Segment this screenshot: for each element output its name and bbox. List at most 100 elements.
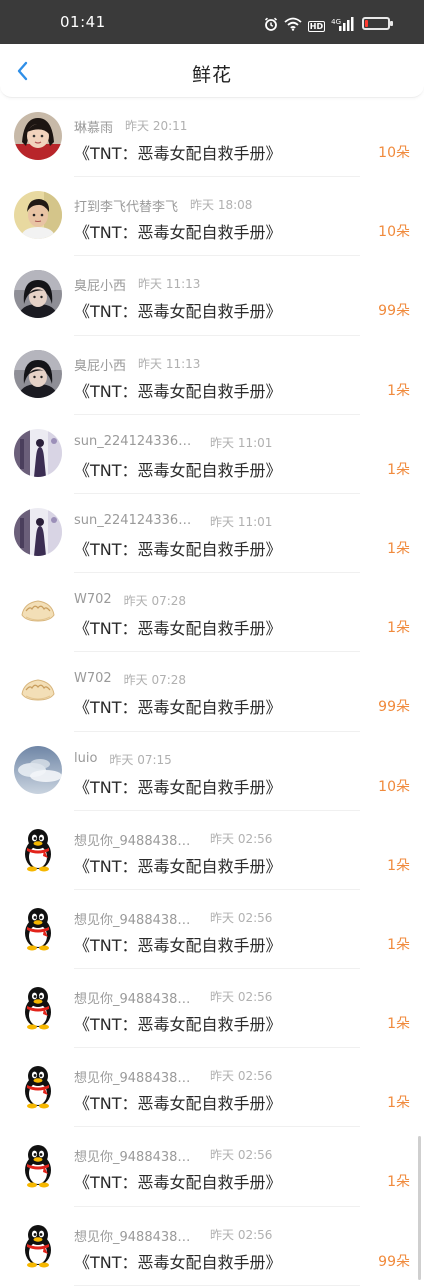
user-name[interactable]: 想见你_94884382... [74,1067,198,1086]
list-item[interactable]: sun_22412433610... 昨天 11:01 《TNT：恶毒女配自救手册… [0,494,424,574]
flower-count: 10朵 [378,778,410,795]
flower-record-list: 琳慕雨 昨天 20:11 《TNT：恶毒女配自救手册》 10朵 打到李飞代替李飞昨… [0,98,424,1286]
timestamp: 昨天 07:15 [109,752,172,767]
avatar[interactable] [14,428,62,477]
list-item[interactable]: 想见你_94884382... 昨天 02:56 《TNT：恶毒女配自救手册》 1… [0,1127,424,1207]
user-name[interactable]: 臭屁小西 [74,275,126,294]
timestamp: 昨天 02:56 [210,1069,273,1084]
user-name[interactable]: W702 [74,671,112,686]
timestamp: 昨天 11:01 [210,435,273,450]
book-title: 《TNT：恶毒女配自救手册》 [74,935,282,955]
avatar[interactable] [14,824,62,873]
avatar[interactable] [14,112,62,160]
timestamp: 昨天 20:11 [125,119,188,133]
item-meta: 琳慕雨 昨天 20:11 [74,117,187,136]
avatar[interactable] [14,745,62,794]
flower-count: 99朵 [378,303,410,320]
book-title: 《TNT：恶毒女配自救手册》 [74,619,282,639]
list-item[interactable]: 想见你_94884382... 昨天 02:56 《TNT：恶毒女配自救手册》 1… [0,890,424,970]
user-name[interactable]: 想见你_94884382... [74,1226,198,1245]
avatar[interactable] [14,903,62,952]
user-name[interactable]: W702 [74,592,112,607]
book-title: 《TNT：恶毒女配自救手册》 [74,856,282,876]
flower-count: 1朵 [387,540,410,557]
flower-count: 10朵 [378,224,410,241]
timestamp: 昨天 02:56 [210,831,273,846]
list-item[interactable]: 臭屁小西 昨天 11:13 《TNT：恶毒女配自救手册》 1朵 [0,336,424,415]
battery-icon [362,17,393,30]
list-item[interactable]: sun_22412433610... 昨天 11:01 《TNT：恶毒女配自救手册… [0,415,424,494]
avatar[interactable] [14,191,62,240]
book-title: 《TNT：恶毒女配自救手册》 [74,777,282,797]
flower-count: 1朵 [387,1016,410,1033]
item-meta: 想见你_94884382... 昨天 02:56 [74,909,272,928]
list-item[interactable]: W702 昨天 07:28 《TNT：恶毒女配自救手册》 1朵 [0,573,424,653]
timestamp: 昨天 18:08 [190,198,253,213]
book-title: 《TNT：恶毒女配自救手册》 [74,698,282,718]
avatar[interactable] [14,270,62,319]
book-title: 《TNT：恶毒女配自救手册》 [74,1094,282,1114]
list-item[interactable]: 想见你_94884382... 昨天 02:56 《TNT：恶毒女配自救手册》 9… [0,1207,424,1286]
avatar[interactable] [14,1141,62,1190]
timestamp: 昨天 07:28 [123,673,187,688]
list-item[interactable]: 想见你_94884382... 昨天 02:56 《TNT：恶毒女配自救手册》 1… [0,969,424,1049]
timestamp: 昨天 02:56 [210,990,273,1005]
item-meta: 想见你_94884382... 昨天 02:56 [74,1146,272,1165]
flower-count: 99朵 [378,1253,410,1270]
item-meta: 臭屁小西 昨天 11:13 [74,275,200,294]
flower-count: 1朵 [387,382,410,399]
user-name[interactable]: sun_22412433610... [74,513,198,528]
item-meta: W702 昨天 07:28 [74,592,186,609]
flower-count: 99朵 [378,699,410,716]
book-title: 《TNT：恶毒女配自救手册》 [74,302,282,322]
flower-count: 10朵 [378,145,410,161]
avatar[interactable] [14,587,62,636]
flower-count: 1朵 [387,1095,410,1112]
hd-icon: HD [307,21,326,32]
alarm-icon [264,17,277,31]
user-name[interactable]: sun_22412433610... [74,434,198,449]
timestamp: 昨天 02:56 [210,1227,273,1242]
timestamp: 昨天 02:56 [210,910,273,925]
list-item[interactable]: W702 昨天 07:28 《TNT：恶毒女配自救手册》 99朵 [0,652,424,732]
user-name[interactable]: 想见你_94884382... [74,830,198,849]
user-name[interactable]: 琳慕雨 [74,117,113,136]
nav-header: 鲜花 [0,44,424,98]
list-item[interactable]: 琳慕雨 昨天 20:11 《TNT：恶毒女配自救手册》 10朵 [0,98,424,178]
list-item[interactable]: 想见你_94884382... 昨天 02:56 《TNT：恶毒女配自救手册》 1… [0,811,424,890]
user-name[interactable]: 打到李飞代替李飞 [74,196,178,215]
flower-count: 1朵 [387,857,410,874]
list-item[interactable]: 臭屁小西 昨天 11:13 《TNT：恶毒女配自救手册》 99朵 [0,256,424,336]
flower-count: 1朵 [387,936,410,953]
user-name[interactable]: 臭屁小西 [74,355,126,374]
status-icons: HD 4G [264,14,393,33]
list-item[interactable]: 打到李飞代替李飞 昨天 18:08 《TNT：恶毒女配自救手册》 10朵 [0,177,424,257]
list-item[interactable]: luio 昨天 07:15 《TNT：恶毒女配自救手册》 10朵 [0,732,424,811]
avatar[interactable] [14,349,62,398]
timestamp: 昨天 07:28 [123,594,187,609]
book-title: 《TNT：恶毒女配自救手册》 [74,223,282,243]
timestamp: 昨天 02:56 [210,1148,273,1163]
scrollbar[interactable] [418,1136,421,1280]
timestamp: 昨天 11:13 [138,356,201,371]
page-title: 鲜花 [191,64,232,86]
item-meta: 想见你_94884382... 昨天 02:56 [74,1226,272,1245]
flower-count: 1朵 [387,1174,410,1191]
user-name[interactable]: luio [74,751,97,766]
item-meta: 想见你_94884382... 昨天 02:56 [74,830,272,849]
avatar[interactable] [14,666,62,715]
user-name[interactable]: 想见你_94884382... [74,1146,198,1165]
wifi-icon [284,17,302,31]
user-name[interactable]: 想见你_94884382... [74,909,198,928]
item-meta: 打到李飞代替李飞 昨天 18:08 [74,196,252,215]
avatar[interactable] [14,1220,62,1269]
avatar[interactable] [14,983,62,1032]
item-meta: 臭屁小西 昨天 11:13 [74,355,200,374]
user-name[interactable]: 想见你_94884382... [74,988,198,1007]
avatar[interactable] [14,507,62,556]
list-item[interactable]: 想见你_94884382... 昨天 02:56 《TNT：恶毒女配自救手册》 1… [0,1048,424,1128]
book-title: 《TNT：恶毒女配自救手册》 [74,1015,282,1035]
item-meta: 想见你_94884382... 昨天 02:56 [74,1067,272,1086]
item-meta: sun_22412433610... 昨天 11:01 [74,434,272,451]
avatar[interactable] [14,1062,62,1111]
